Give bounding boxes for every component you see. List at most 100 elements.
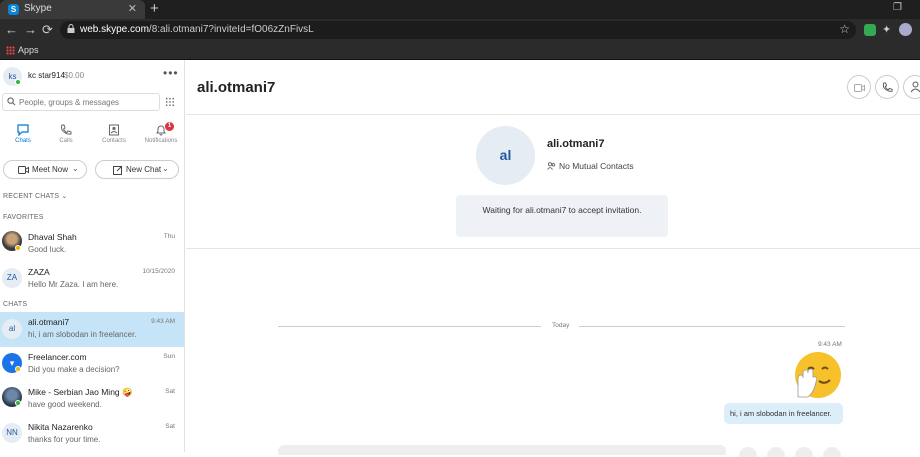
chat-preview: have good weekend. (28, 400, 102, 409)
presence-away-icon (15, 366, 21, 372)
attach-button[interactable] (767, 447, 785, 457)
add-people-button[interactable] (903, 75, 920, 99)
list-item[interactable]: al ali.otmani7 hi, i am slobodan in free… (0, 312, 184, 347)
chevron-down-icon: ⌄ (162, 164, 169, 173)
browser-tab[interactable]: S Skype ✕ (0, 0, 145, 19)
video-camera-icon (854, 84, 865, 92)
extension-icon[interactable] (864, 24, 876, 36)
list-item[interactable]: ZA ZAZA Hello Mr Zaza. I am here. 10/15/… (0, 262, 184, 297)
tab-chats[interactable]: Chats (0, 124, 46, 150)
message-input[interactable] (278, 445, 726, 455)
new-tab-button[interactable]: + (150, 0, 159, 17)
chat-time: Thu (163, 233, 175, 240)
message-time: 9:43 AM (818, 341, 842, 348)
chat-bubble-icon (17, 124, 29, 136)
new-chat-button[interactable]: New Chat ⌄ (95, 160, 179, 179)
meet-now-label: Meet Now (32, 165, 69, 174)
compose-icon (113, 165, 123, 175)
tab-notifications-label: Notifications (144, 138, 178, 144)
list-item[interactable]: Dhaval Shah Good luck. Thu (0, 227, 184, 262)
tab-title: Skype (24, 3, 52, 14)
person-add-icon (910, 81, 920, 93)
url-path: /8:ali.otmani7?inviteId=fO06zZnFivsL (148, 24, 314, 35)
sidebar: ks kc star914 $0.00 ••• People, groups &… (0, 60, 185, 452)
people-icon (547, 162, 556, 170)
chat-name: Dhaval Shah (28, 232, 77, 242)
audio-call-button[interactable] (875, 75, 899, 99)
avatar: NN (2, 423, 22, 443)
recent-chats-header[interactable]: RECENT CHATS ⌄ (3, 192, 67, 200)
divider (579, 326, 845, 327)
chat-time: 9:43 AM (151, 318, 175, 325)
bookmarks-bar: Apps (0, 41, 920, 60)
meet-now-button[interactable]: Meet Now ⌄ (3, 160, 87, 179)
tab-chats-label: Chats (15, 138, 31, 144)
contact-avatar[interactable]: al (476, 126, 535, 185)
search-icon (7, 97, 16, 106)
chats-header: CHATS (3, 301, 28, 308)
chat-preview: Did you make a decision? (28, 365, 120, 374)
profile-name: kc star914 (28, 71, 65, 80)
skype-favicon-icon: S (8, 4, 19, 15)
chat-name: Mike - Serbian Jao Ming 🤪 (28, 387, 133, 397)
bookmark-star-icon[interactable]: ☆ (839, 22, 850, 36)
profile-header[interactable]: ks kc star914 $0.00 ••• (0, 60, 185, 92)
tab-calls[interactable]: Calls (43, 124, 89, 150)
tab-contacts[interactable]: Contacts (91, 124, 137, 150)
presence-online-icon (15, 400, 21, 406)
extensions-puzzle-icon[interactable]: ✦ (882, 24, 894, 36)
list-item[interactable]: ▾ Freelancer.com Did you make a decision… (0, 347, 184, 382)
message-bubble[interactable]: hi, i am slobodan in freelancer. (724, 403, 843, 424)
avatar: al (2, 319, 22, 339)
chat-time: Sat (165, 388, 175, 395)
mutual-contacts: No Mutual Contacts (547, 161, 634, 171)
search-input[interactable]: People, groups & messages (2, 93, 160, 111)
dialpad-icon[interactable] (165, 97, 175, 107)
url-host: web.skype.com (80, 24, 149, 35)
more-button[interactable] (823, 447, 841, 457)
apps-grid-icon[interactable] (6, 46, 15, 55)
apps-bookmark[interactable]: Apps (18, 45, 39, 55)
conversation-pane: ali.otmani7 al ali.otmani7 No Mutual Con… (186, 60, 920, 457)
browser-profile-avatar[interactable] (899, 23, 912, 36)
invitation-status: Waiting for ali.otmani7 to accept invita… (456, 195, 668, 237)
recent-chats-label: RECENT CHATS (3, 193, 60, 200)
browser-tab-strip: S Skype ✕ + ❐ (0, 0, 920, 19)
forward-arrow-icon[interactable]: → (24, 22, 37, 37)
emoji-button[interactable] (739, 447, 757, 457)
waving-emoji-icon[interactable] (794, 351, 842, 399)
contact-card-button[interactable] (795, 447, 813, 457)
url-field[interactable]: web.skype.com/8:ali.otmani7?inviteId=fO0… (60, 21, 856, 39)
window-restore-icon[interactable]: ❐ (893, 2, 902, 13)
chat-time: Sun (163, 353, 175, 360)
profile-credit: $0.00 (64, 71, 85, 80)
presence-online-icon (15, 79, 21, 85)
chevron-down-icon: ⌄ (61, 193, 68, 200)
date-divider-label: Today (552, 322, 570, 329)
notifications-badge: 1 (165, 122, 174, 131)
list-item[interactable]: NN Nikita Nazarenko thanks for your time… (0, 417, 184, 452)
contact-name: ali.otmani7 (547, 138, 605, 150)
more-options-icon[interactable]: ••• (163, 66, 179, 80)
tab-calls-label: Calls (59, 138, 73, 144)
list-item[interactable]: Mike - Serbian Jao Ming 🤪 have good week… (0, 382, 184, 417)
phone-icon (61, 124, 72, 135)
reload-icon[interactable]: ⟳ (42, 22, 53, 38)
avatar: ZA (2, 268, 22, 288)
video-camera-icon (18, 166, 29, 174)
mutual-contacts-label: No Mutual Contacts (559, 161, 634, 171)
chat-name: Freelancer.com (28, 352, 87, 362)
video-call-button[interactable] (847, 75, 871, 99)
tab-notifications[interactable]: 1 Notifications (138, 122, 184, 150)
chevron-down-icon: ⌄ (72, 164, 79, 173)
divider (278, 326, 541, 327)
divider (186, 248, 920, 249)
chat-name: Nikita Nazarenko (28, 422, 93, 432)
back-arrow-icon[interactable]: ← (5, 22, 18, 37)
chat-time: 10/15/2020 (142, 268, 175, 275)
phone-icon (882, 82, 893, 92)
chat-preview: Good luck. (28, 245, 67, 254)
tab-contacts-label: Contacts (102, 138, 126, 144)
tab-close-icon[interactable]: ✕ (128, 2, 137, 15)
search-placeholder: People, groups & messages (19, 98, 120, 107)
